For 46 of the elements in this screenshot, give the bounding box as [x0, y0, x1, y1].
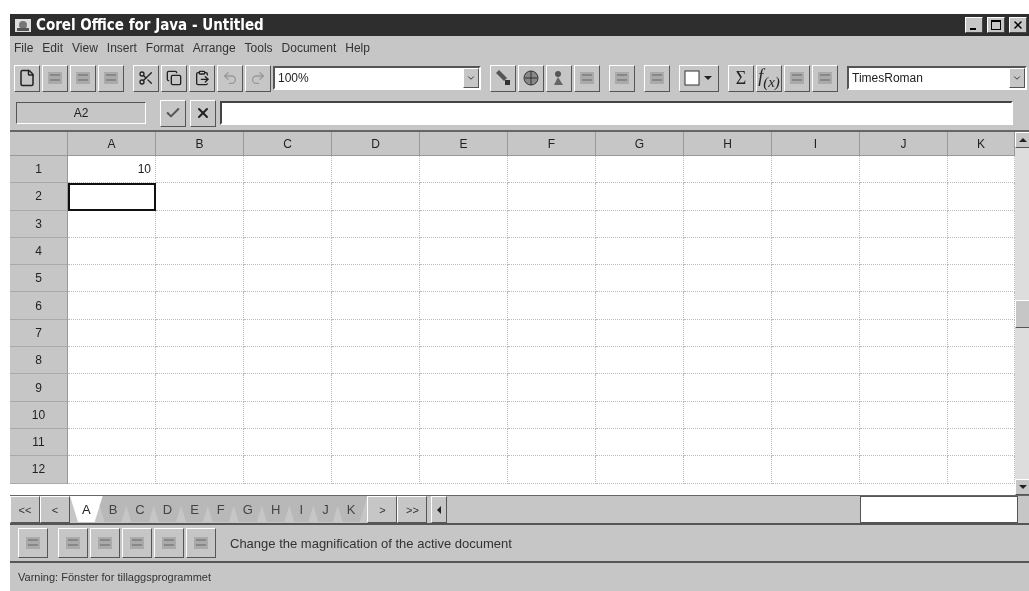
row-header[interactable]: 2 [10, 183, 68, 211]
row-header[interactable]: 8 [10, 347, 68, 375]
column-header[interactable]: G [596, 132, 684, 156]
function-button[interactable]: f$_{(x)}$ [756, 64, 782, 92]
menu-item[interactable]: Help [345, 41, 370, 55]
menu-item[interactable]: File [14, 41, 34, 55]
column-header[interactable]: J [860, 132, 948, 156]
menu-item[interactable]: Document [281, 41, 337, 55]
row-header[interactable]: 11 [10, 428, 68, 457]
column-header[interactable]: A [68, 132, 156, 156]
row-header[interactable]: 3 [10, 210, 68, 238]
row-header[interactable]: 5 [10, 265, 68, 293]
menu-item[interactable]: Tools [244, 41, 273, 55]
menu-item[interactable]: Arrange [192, 41, 236, 55]
last-sheet-button[interactable]: >> [397, 496, 428, 523]
sum-button[interactable]: Σ [728, 64, 754, 92]
table-cell[interactable]: 10 [68, 156, 156, 184]
row-header[interactable]: 4 [10, 237, 68, 266]
menu-item[interactable]: Insert [106, 41, 137, 55]
next-sheet-button[interactable]: > [367, 496, 398, 523]
column-header[interactable]: F [508, 132, 596, 156]
sheet-tab[interactable]: A [70, 496, 103, 522]
column-header[interactable]: I [772, 132, 860, 156]
cell-reference-box[interactable]: A2 [16, 102, 146, 124]
menu-item[interactable]: Edit [42, 41, 64, 55]
menu-item[interactable]: View [72, 41, 98, 55]
row-header[interactable]: 6 [10, 292, 68, 320]
column-header[interactable]: K [948, 132, 1015, 156]
column-header[interactable]: B [156, 132, 244, 156]
window-title: Corel Office for Java - Untitled [36, 16, 265, 34]
column-header[interactable]: D [332, 132, 420, 156]
column-header[interactable]: C [244, 132, 332, 156]
status-text: Varning: Fönster for tillaggsprogrammet [18, 571, 211, 583]
zoom-combo[interactable]: 100% [273, 66, 481, 90]
row-header[interactable]: 10 [10, 401, 68, 429]
menu-item[interactable]: Format [145, 41, 184, 55]
row-header[interactable]: 12 [10, 456, 68, 484]
hint-text: Change the magnification of the active document [230, 535, 512, 551]
row-header[interactable]: 9 [10, 374, 68, 402]
row-header[interactable]: 1 [10, 156, 68, 184]
previous-sheet-button[interactable]: < [40, 496, 70, 523]
first-sheet-button[interactable]: << [10, 496, 40, 523]
column-header[interactable]: H [684, 132, 772, 156]
font-combo[interactable]: TimesRoman [847, 66, 1027, 90]
row-header[interactable]: 7 [10, 319, 68, 348]
column-header[interactable]: E [420, 132, 508, 156]
